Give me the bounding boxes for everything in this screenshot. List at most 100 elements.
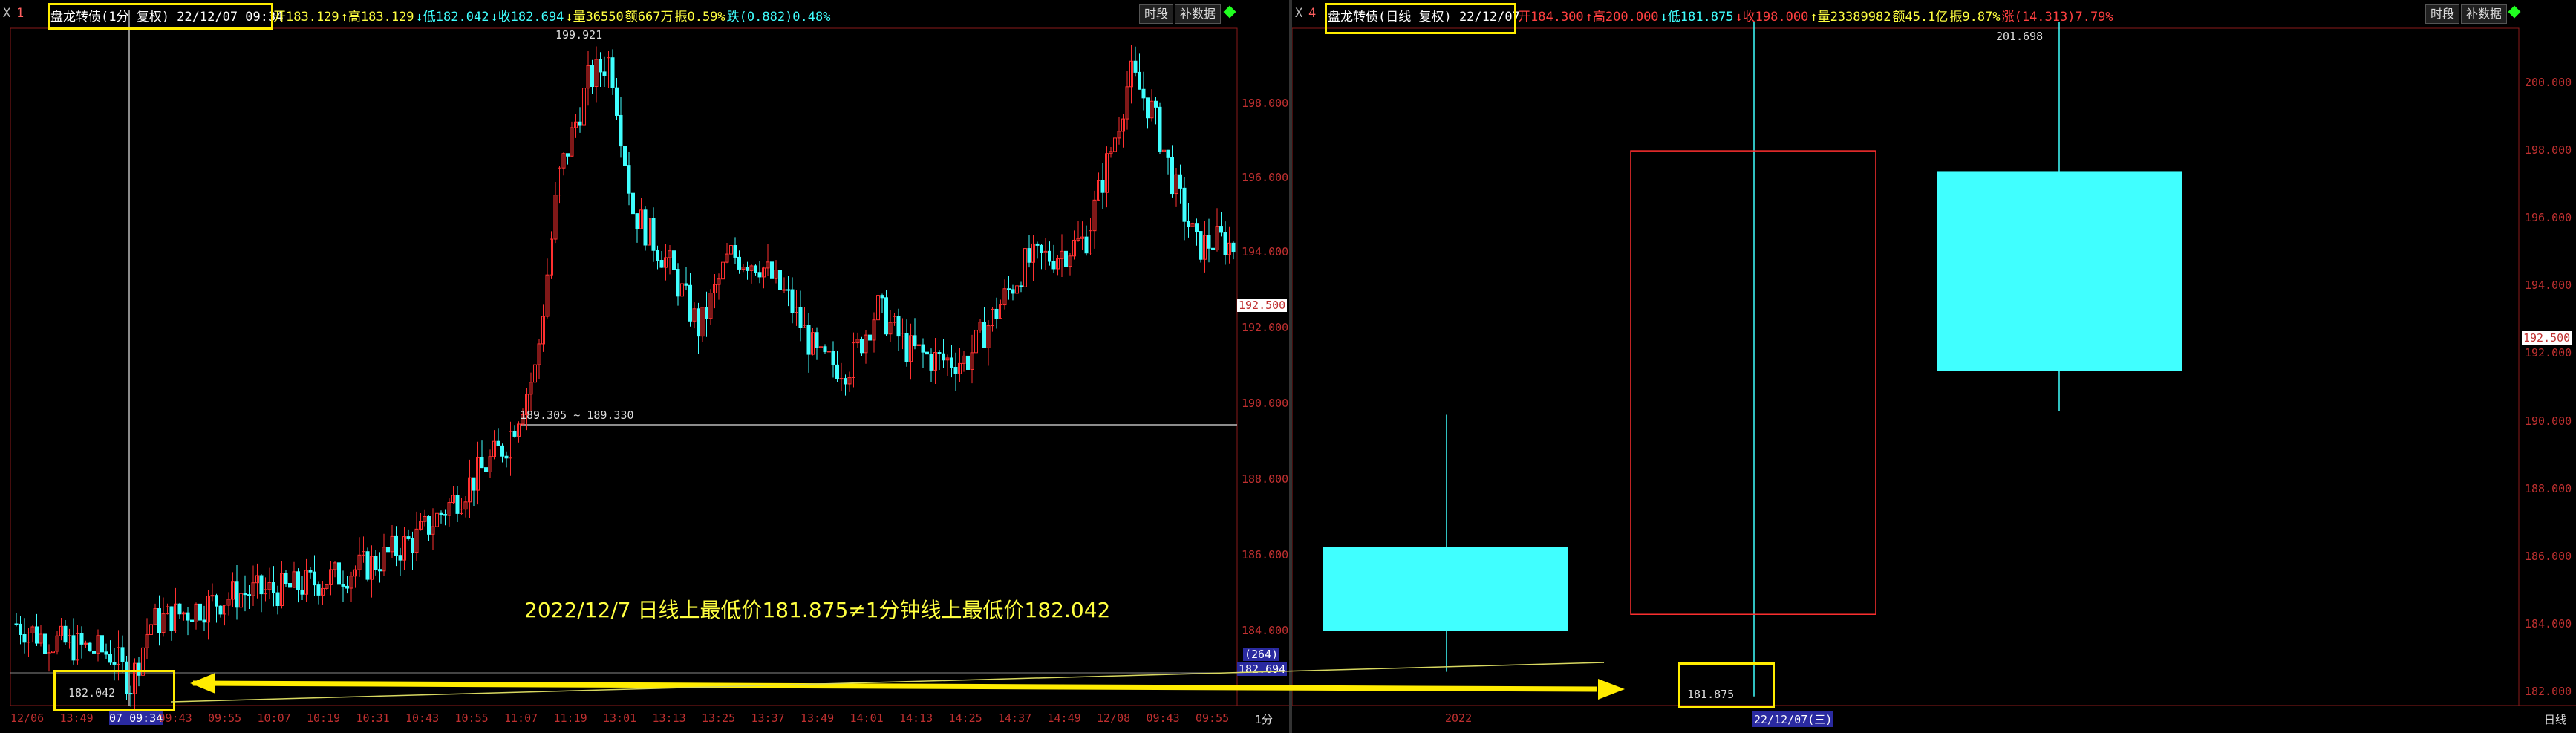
candle-body [190,619,194,622]
time-tick: 09:55 [1196,711,1230,725]
candle-body [684,283,688,286]
candle-body [1138,71,1141,90]
time-tick: 14:01 [850,711,884,725]
candle-body [63,625,68,643]
price-tag: 192.500 [2522,331,2572,345]
candle-body [737,256,741,270]
candle-body [966,355,970,370]
candle-body [623,146,627,166]
candle-body [615,87,619,116]
stat-item: ↓收182.694 [490,10,564,25]
time-tick: 10:55 [454,711,489,725]
candle-body [316,584,321,596]
stat-item: 振9.87% [1949,10,2001,25]
candle-body [1630,150,1876,615]
candle-body [504,455,509,459]
candle-body [92,651,96,654]
candle-body [100,635,104,653]
time-tick: 13:37 [751,711,785,725]
price-tick: 190.000 [1242,397,1289,410]
candle-body [79,633,84,645]
time-tick: 09:55 [208,711,242,725]
annotation-text: 2022/12/7 日线上最低价181.875≠1分钟线上最低价182.042 [524,598,1111,622]
stat-item: ↑高200.000 [1585,10,1659,25]
candle-body [88,642,92,652]
candle-body [1207,235,1211,249]
candle-body [925,351,929,355]
candle-body [610,57,615,88]
candle-body [929,354,933,371]
time-tick: 10:07 [257,711,291,725]
daily-stats: 开184.300 ↑高200.000 ↓低181.875 ↓收198.000 ↑量233… [1518,6,2115,25]
candle-body [480,457,484,469]
stat-item: 涨(14.313)7.79% [2001,10,2113,25]
minute-chart-panel[interactable]: X 1 盘龙转债(1分 复权) 22/12/07 09:34 开183.129 ↑… [0,0,1289,733]
candle-body [950,357,953,368]
fill-data-button[interactable]: 补数据 [1175,4,1222,24]
time-tick: 13:13 [652,711,686,725]
candle-body [1154,100,1158,108]
candle-body [778,270,782,290]
candle-body [815,332,819,348]
candle-body [1182,187,1187,222]
price-tick: 192.000 [2525,346,2572,360]
time-tick: 07 09:34 [109,711,163,725]
close-window-icon[interactable]: X [3,6,10,21]
candle-body [365,551,370,580]
price-tick: 184.000 [2525,616,2572,631]
candle-body [218,605,223,615]
price-tick: 192.000 [1242,321,1289,334]
candle-body [1323,547,1568,631]
candle-body [198,603,202,621]
time-tick: 11:07 [504,711,538,725]
candle-body [1007,288,1011,290]
close-window-icon[interactable]: X [1295,6,1302,21]
time-tick: 09:43 [1146,711,1180,725]
candle-body [22,633,27,643]
timeframe-button[interactable]: 时段 [1139,4,1174,24]
date-label: 22/12/07(三) [1752,711,1834,727]
candle-body [1170,157,1174,195]
candle-body [275,592,280,606]
candle-body [1195,223,1199,232]
candle-body [1133,60,1138,73]
candle-body [14,623,19,625]
daily-chart-panel[interactable]: X 4 盘龙转债(日线 复权) 22/12/07 开184.300 ↑高200.0… [1292,0,2576,733]
stat-item: 开184.300 [1518,10,1584,25]
time-tick: 13:49 [59,711,94,725]
candle-body [884,297,888,335]
candle-body [484,467,488,472]
price-tick: 182.000 [2525,685,2572,698]
price-tag: 192.500 [1237,299,1288,312]
timeframe-button[interactable]: 时段 [2425,4,2460,24]
time-tick: 09:43 [158,711,192,725]
candle-body [860,339,864,354]
candle-body [394,535,398,556]
candle-body [1187,221,1190,227]
time-tick: 14:25 [948,711,982,725]
candle-body [71,635,76,661]
candle-body [215,595,218,607]
period-label[interactable]: 1分 [1255,711,1273,727]
candle-body [806,325,811,355]
candle-body [1223,232,1227,255]
time-tick: 10:31 [356,711,390,725]
peak-price-label: 201.698 [1996,30,2044,43]
price-tick: 188.000 [2525,481,2572,495]
fill-data-button[interactable]: 补数据 [2461,4,2508,24]
period-label[interactable]: 日线 [2544,711,2566,727]
candle-body [823,346,827,353]
candle-body [697,308,700,337]
time-tick: 12/08 [1097,711,1131,725]
candle-body [1937,171,2182,371]
candle-body [1199,231,1203,260]
time-tick: 10:43 [405,711,440,725]
stat-item: 跌(0.882)0.48% [726,10,831,25]
low-highlight-box [53,670,175,711]
price-tick: 200.000 [2525,76,2572,89]
candle-body [35,626,39,644]
candle-body [284,573,288,584]
price-tick: 190.000 [2525,414,2572,428]
candle-body [982,322,986,348]
price-tick: 198.000 [1242,97,1289,110]
